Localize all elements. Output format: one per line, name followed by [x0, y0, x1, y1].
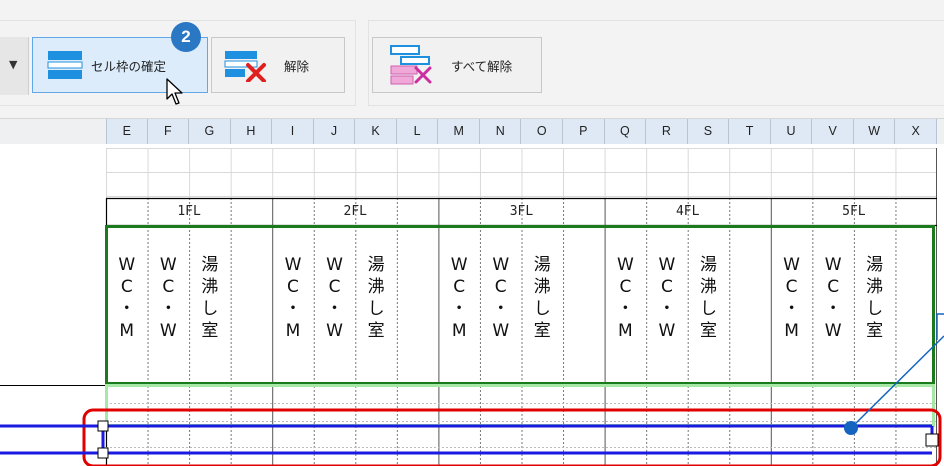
column-header-r[interactable]: R	[646, 119, 688, 144]
frame-handle-top-left	[97, 420, 109, 432]
mouse-cursor-icon	[166, 78, 183, 105]
column-header-w[interactable]: W	[854, 119, 896, 144]
column-header-f[interactable]: F	[148, 119, 190, 144]
column-header-h[interactable]: H	[231, 119, 273, 144]
frame-handle-right	[925, 433, 939, 447]
column-header-p[interactable]: P	[563, 119, 605, 144]
cell-frame-release-icon	[224, 51, 266, 82]
dropdown-arrow-icon: ▼	[9, 58, 18, 71]
cell-frame-release-all-label: すべて解除	[451, 58, 513, 74]
highlight-box	[82, 408, 942, 466]
column-header-q[interactable]: Q	[605, 119, 647, 144]
column-header-e[interactable]: E	[106, 119, 148, 144]
cell-frame-confirm-icon	[47, 51, 83, 79]
cell-frame-release-all-button[interactable]: すべて解除	[372, 37, 542, 93]
callout-dot	[844, 421, 858, 435]
column-header-s[interactable]: S	[688, 119, 730, 144]
ribbon-dropdown[interactable]: ▼	[0, 37, 29, 95]
column-header-m[interactable]: M	[438, 119, 480, 144]
column-header-g[interactable]: G	[189, 119, 231, 144]
column-header-l[interactable]: L	[397, 119, 439, 144]
column-header-j[interactable]: J	[314, 119, 356, 144]
column-letters: EFGHIJKLMNOPQRSTUVWX	[106, 119, 937, 144]
selection-overlay	[0, 225, 944, 466]
spreadsheet-grid[interactable]: 1FL 2FL 3FL 4FL 5FL W C ・ M W C ・ W 湯沸し室 W C ・ M W C ・ W 湯沸し室…	[0, 144, 944, 466]
cell-frame-release-all-icon	[390, 45, 432, 85]
column-header-bar: EFGHIJKLMNOPQRSTUVWX	[0, 119, 944, 144]
column-header-v[interactable]: V	[812, 119, 854, 144]
frame-handle-bottom-left	[97, 447, 109, 459]
cell-frame-release-button[interactable]: 解除	[211, 37, 345, 93]
column-header-u[interactable]: U	[771, 119, 813, 144]
column-header-t[interactable]: T	[729, 119, 771, 144]
selected-range-frame	[105, 225, 935, 385]
cell-frame-confirm-label: セル枠の確定	[91, 58, 167, 74]
column-header-n[interactable]: N	[480, 119, 522, 144]
column-header-x[interactable]: X	[895, 119, 937, 144]
ribbon-toolbar: ▼ セル枠の確定 解除 すべて解除 2	[0, 0, 944, 119]
column-header-i[interactable]: I	[272, 119, 314, 144]
column-header-o[interactable]: O	[522, 119, 564, 144]
cell-frame-release-label: 解除	[284, 58, 310, 74]
column-header-k[interactable]: K	[355, 119, 397, 144]
step-badge: 2	[171, 22, 201, 52]
previous-range-frame	[105, 384, 935, 427]
